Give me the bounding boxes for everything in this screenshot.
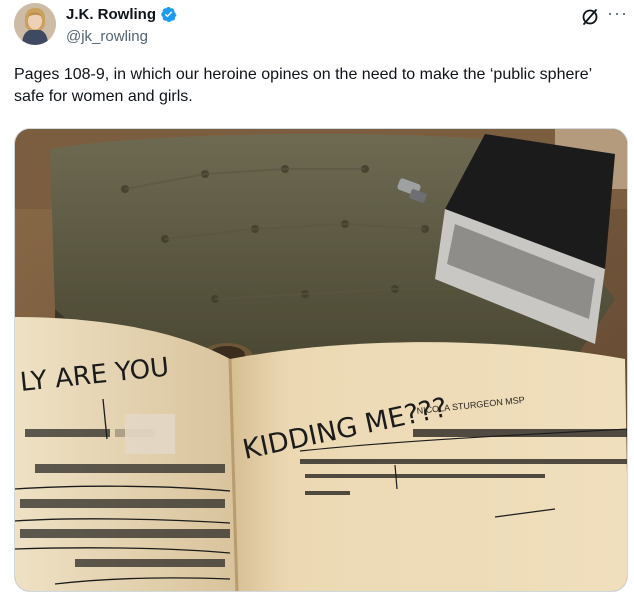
verified-badge-icon (161, 6, 177, 23)
grok-icon[interactable] (580, 7, 600, 27)
tweet-photo[interactable]: LY ARE YOU KIDDING ME??? NICOLA STURGEON… (14, 128, 628, 592)
author-display-name[interactable]: J.K. Rowling (66, 6, 156, 23)
tweet-text: Pages 108-9, in which our heroine opines… (14, 66, 592, 105)
tweet-card[interactable]: J.K. Rowling @jk_rowling ··· Pages 108-9… (0, 0, 634, 605)
more-options-icon[interactable]: ··· (607, 4, 627, 26)
author-handle[interactable]: @jk_rowling (66, 28, 148, 45)
author-avatar[interactable] (14, 3, 56, 45)
author-name-row[interactable]: J.K. Rowling (66, 6, 177, 23)
avatar-image (14, 3, 56, 45)
photo-book-and-ottoman: LY ARE YOU KIDDING ME??? NICOLA STURGEON… (15, 129, 627, 591)
